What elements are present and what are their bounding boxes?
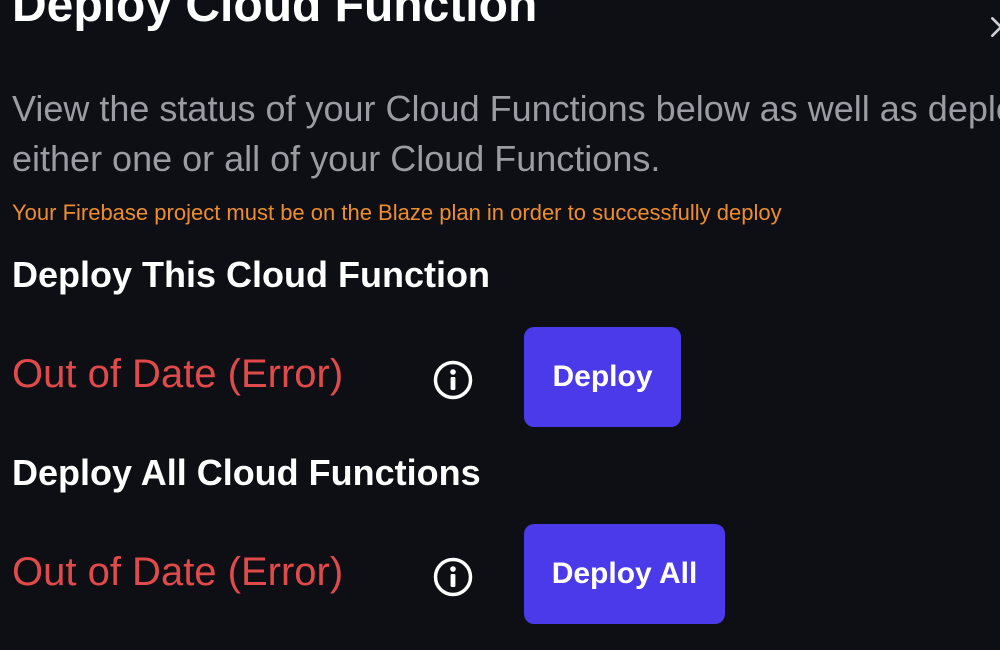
deploy-all-functions-heading: Deploy All Cloud Functions <box>12 452 481 493</box>
dialog-title: Deploy Cloud Function <box>12 0 538 32</box>
info-icon[interactable] <box>432 359 474 401</box>
deploy-all-functions-status: Out of Date (Error) <box>12 550 344 594</box>
deploy-cloud-function-dialog: Deploy Cloud Function View the status of… <box>0 0 1000 650</box>
close-icon[interactable] <box>988 14 1000 40</box>
dialog-description: View the status of your Cloud Functions … <box>12 88 1000 179</box>
deploy-this-function-status: Out of Date (Error) <box>12 352 344 396</box>
blaze-plan-warning: Your Firebase project must be on the Bla… <box>12 200 782 225</box>
deploy-button[interactable]: Deploy <box>524 327 681 427</box>
deploy-all-button[interactable]: Deploy All <box>524 524 725 624</box>
info-icon[interactable] <box>432 556 474 598</box>
deploy-this-function-heading: Deploy This Cloud Function <box>12 254 490 295</box>
